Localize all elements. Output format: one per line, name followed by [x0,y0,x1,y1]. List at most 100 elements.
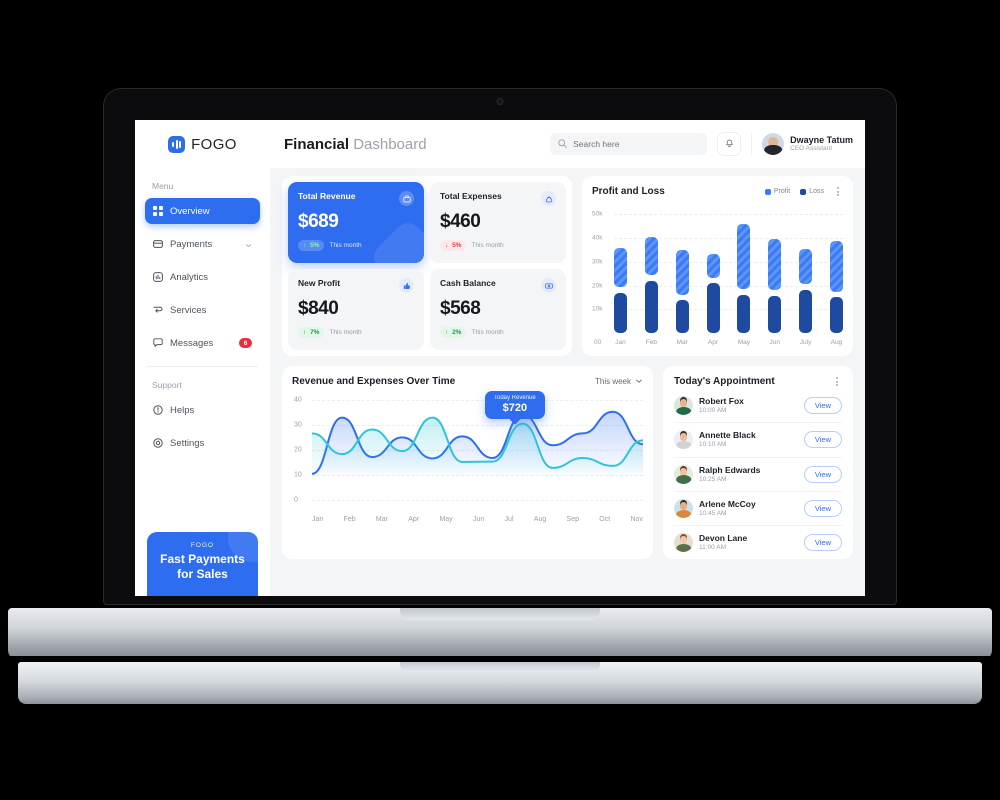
line-x-label: Oct [599,516,611,523]
appointment-name: Ralph Edwards [699,464,761,475]
range-label: This week [594,377,631,386]
notifications-button[interactable] [717,132,742,156]
promo-line2: for Sales [177,567,228,581]
stat-delta: ↑ 5% [298,240,325,251]
line-x-label: Jul [504,516,514,523]
help-circle-icon [153,405,163,415]
sidebar-item-overview[interactable]: Overview [145,198,260,224]
bar-y-tick: 10k [592,305,603,313]
bar-profit [706,253,720,279]
bar-group[interactable] [737,205,751,333]
appointment-time: 10:25 AM [699,475,727,483]
appointments-list: Robert Fox 10:00 AM View Annette Black 10:10… [674,389,842,559]
bag-icon [541,191,556,206]
brand[interactable]: FOGO [135,120,270,168]
line-x-label: Feb [343,516,356,523]
sidebar-item-label: Services [170,304,207,316]
appointment-row[interactable]: Robert Fox 10:00 AM View [674,389,842,424]
line-x-label: Jun [472,516,485,523]
gridline [312,500,643,501]
messages-badge: 6 [239,338,252,348]
legend-item-profit: Profit [764,188,790,195]
bell-icon [724,135,735,153]
sidebar-item-payments[interactable]: Payments [145,231,260,257]
appointment-name: Devon Lane [699,533,748,544]
bar-loss [799,290,813,333]
bar-x-label: Aug [830,339,843,346]
kebab-menu-icon[interactable] [831,377,842,386]
line-chart-x-labels: Jan Feb Mar Apr May Jun Jul Aug Sep Oct Nov [312,516,643,523]
webcam-icon [496,98,504,105]
bar-group[interactable] [799,205,813,333]
bar-profit [829,240,843,292]
stat-card-new-profit[interactable]: New Profit $840 ↑ 7% This month [288,269,424,350]
stat-card-total-revenue[interactable]: Total Revenue $689 ↑ 5% This month [288,182,424,263]
line-x-label: Mar [375,516,388,523]
appointment-time: 10:00 AM [699,407,727,415]
sidebar-item-helps[interactable]: Helps [145,397,260,423]
stat-period: This month [471,242,504,249]
sidebar-item-analytics[interactable]: Analytics [145,264,260,290]
bar-group[interactable] [614,205,627,333]
view-button[interactable]: View [803,397,842,415]
thumb-up-icon [399,278,414,293]
money-icon [541,278,556,293]
sidebar-item-settings[interactable]: Settings [145,430,260,456]
stat-value: $840 [298,298,339,319]
line-chart-svg [312,410,643,478]
stat-card-cash-balance[interactable]: Cash Balance $568 ↑ 2% This month [430,269,566,350]
message-icon [153,338,163,348]
view-button[interactable]: View [803,534,842,552]
appointment-row[interactable]: Ralph Edwards 10:25 AM View [674,458,842,492]
view-button[interactable]: View [803,465,842,483]
bar-x-label: Apr [707,339,719,346]
user-profile[interactable]: Dwayne Tatum CEO Assistant [762,133,853,155]
sidebar-item-messages[interactable]: Messages 6 [145,330,260,356]
main-area: Financial Dashboard Search here Dwayne T… [270,120,865,596]
stat-title: Cash Balance [440,278,496,288]
line-x-label: Apr [408,516,420,523]
bar-profit [644,237,658,275]
brand-name: FOGO [191,135,237,153]
bar-group[interactable] [829,205,843,333]
chevron-down-icon[interactable] [245,241,252,248]
promo-kicker: FOGO [190,542,215,549]
view-button[interactable]: View [803,431,842,449]
sidebar-nav: Overview Payments Analytics Services Mes… [135,198,270,363]
bar-group[interactable] [706,205,720,333]
sidebar-item-label: Analytics [170,271,209,283]
stat-value: $460 [440,211,481,232]
search-box[interactable] [550,133,708,155]
bar-group[interactable] [644,205,658,333]
screenshot-stage: FOGO Menu Overview Payments Analytics Se… [0,0,1000,800]
bar-group[interactable] [675,205,689,333]
user-role: CEO Assistant [790,144,833,152]
appointment-row[interactable]: Devon Lane 11:00 AM View [674,526,842,559]
kebab-menu-icon[interactable] [832,187,843,196]
search-input[interactable] [573,139,700,149]
line-x-label: Nov [630,516,643,523]
line-x-label: Jan [312,516,324,523]
sidebar-item-label: Overview [170,205,210,217]
view-button[interactable]: View [803,499,842,517]
stat-period: This month [329,242,362,249]
bar-x-label: Jan [615,339,626,346]
panel-title: Profit and Loss [592,186,665,197]
appointment-row[interactable]: Annette Black 10:10 AM View [674,423,842,458]
bar-profit [799,248,813,285]
promo-card[interactable]: FOGO Fast Payments for Sales [147,532,258,596]
line-x-label: Aug [533,516,547,523]
sidebar-item-services[interactable]: Services [145,297,260,323]
bar-chart-x-labels: Jan Feb Mar Apr May Jun July Aug [614,335,843,350]
appointment-row[interactable]: Arlene McCoy 10:45 AM View [674,492,842,527]
services-icon [153,305,163,315]
sidebar-section-support: Support [152,380,182,390]
line-y-tick: 20 [294,446,302,454]
stat-period: This month [329,329,362,336]
stat-card-total-expenses[interactable]: Total Expenses $460 ↓ 5% This month [430,182,566,263]
page-title-bold: Financial [284,135,350,153]
legend-item-loss: Loss [800,188,824,195]
range-selector[interactable]: This week [595,377,643,387]
card-icon [153,239,163,249]
bar-group[interactable] [768,205,782,333]
